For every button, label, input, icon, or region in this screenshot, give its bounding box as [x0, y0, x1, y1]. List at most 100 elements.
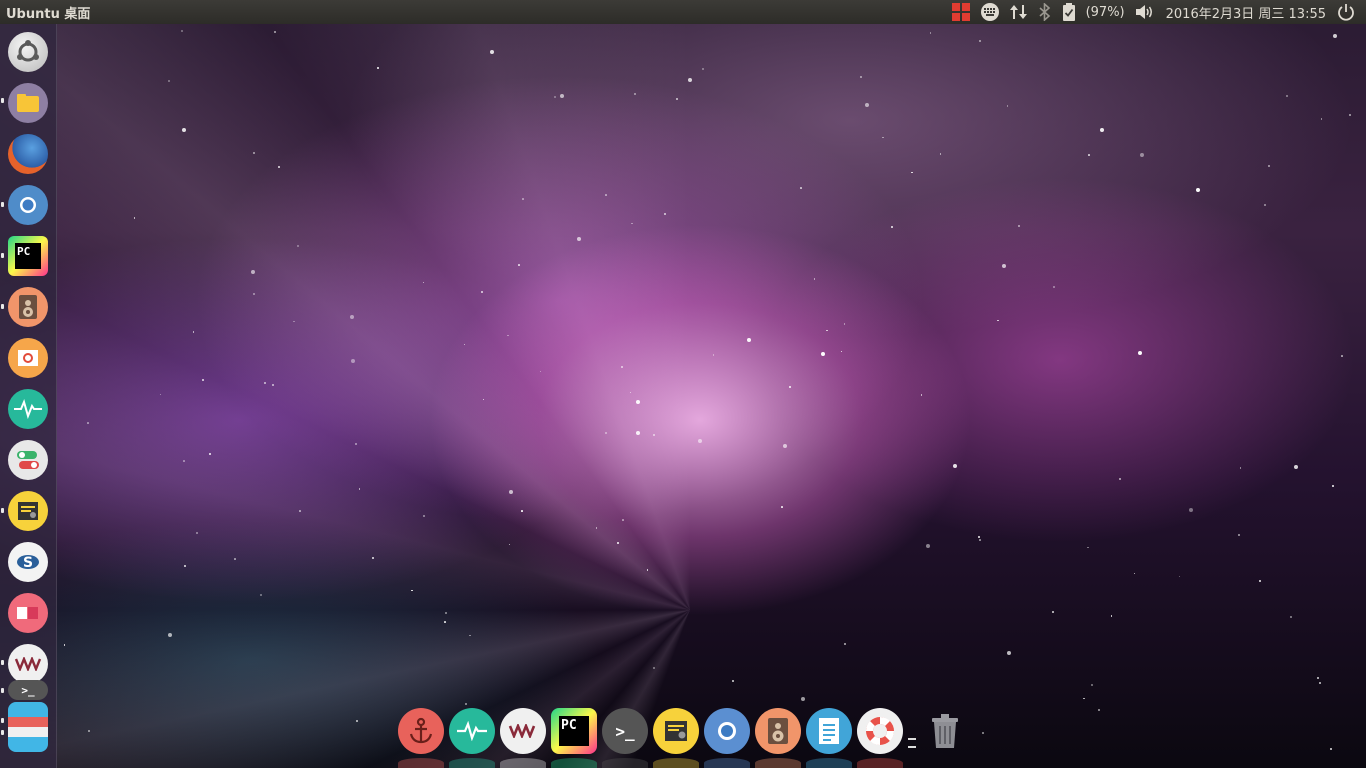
- star: [167, 79, 170, 82]
- pycharm-glyph: PC: [15, 243, 41, 269]
- dock-reflection: [602, 758, 648, 768]
- star: [350, 314, 355, 319]
- running-pip: [1, 98, 4, 103]
- dock-reflection: [449, 758, 495, 768]
- star: [518, 264, 520, 266]
- system-monitor-icon[interactable]: [449, 708, 495, 754]
- svg-text:S: S: [23, 555, 33, 571]
- battery-icon[interactable]: [1057, 0, 1081, 24]
- power-icon[interactable]: [1332, 0, 1360, 24]
- dock-reflection: [857, 758, 903, 768]
- star: [653, 666, 656, 669]
- terminal-glyph: >_: [615, 721, 635, 741]
- firefox-icon[interactable]: [8, 134, 48, 174]
- star: [293, 320, 295, 323]
- network-transfer-icon[interactable]: [1005, 0, 1033, 24]
- skype-style-s-icon[interactable]: S: [8, 542, 48, 582]
- star: [1099, 127, 1104, 132]
- star: [920, 394, 923, 396]
- star: [167, 632, 172, 637]
- screenshot-app-icon[interactable]: [8, 338, 48, 378]
- anchor-app-icon[interactable]: [398, 708, 444, 754]
- star: [489, 50, 494, 55]
- star: [521, 510, 523, 512]
- star: [508, 490, 513, 495]
- running-pip: [1, 304, 4, 309]
- star: [653, 433, 656, 436]
- terminal-glyph: >_: [21, 683, 35, 697]
- dock-reflection: [551, 758, 597, 768]
- star: [299, 510, 301, 512]
- star: [731, 680, 734, 683]
- clock[interactable]: 2016年2月3日 周三 13:55: [1160, 0, 1332, 24]
- star: [1348, 113, 1351, 116]
- help-lifebuoy-icon[interactable]: [857, 708, 903, 754]
- star: [979, 539, 981, 541]
- trash-icon[interactable]: [922, 708, 968, 754]
- top-panel: Ubuntu 桌面 (97%) 2016年2月3日 周三 13:55: [0, 0, 1366, 24]
- star: [1317, 676, 1320, 679]
- star: [746, 337, 751, 342]
- indicator-area: (97%) 2016年2月3日 周三 13:55: [947, 0, 1360, 24]
- star: [273, 30, 276, 33]
- running-pip: [1, 688, 4, 693]
- files-folder-icon[interactable]: [8, 83, 48, 123]
- dock-reflection: [653, 758, 699, 768]
- running-pip: [1, 202, 4, 207]
- stacked-apps-icon[interactable]: [8, 702, 48, 752]
- star: [636, 399, 641, 404]
- star: [183, 460, 185, 462]
- password-manager-icon[interactable]: [653, 708, 699, 754]
- star: [278, 165, 281, 168]
- terminal-icon[interactable]: >_: [8, 680, 48, 700]
- star: [411, 589, 413, 592]
- star: [605, 431, 607, 434]
- ubuntu-dash-icon[interactable]: [8, 32, 48, 72]
- chromium-icon[interactable]: [704, 708, 750, 754]
- running-pip: [1, 508, 4, 513]
- bottom-dock: PC >_: [398, 708, 968, 768]
- star: [1341, 355, 1343, 357]
- toggle-settings-icon[interactable]: [8, 440, 48, 480]
- star: [781, 506, 783, 508]
- star: [1052, 286, 1055, 289]
- text-editor-icon[interactable]: [806, 708, 852, 754]
- speaker-app-icon[interactable]: [755, 708, 801, 754]
- star: [422, 514, 425, 517]
- dock-separator: [908, 738, 916, 740]
- vm-app-icon[interactable]: [500, 708, 546, 754]
- bluetooth-icon[interactable]: [1033, 0, 1057, 24]
- vm-app-icon[interactable]: [8, 644, 48, 684]
- dock-separator: [908, 746, 916, 748]
- speaker-app-icon[interactable]: [8, 287, 48, 327]
- volume-icon[interactable]: [1130, 0, 1160, 24]
- star: [925, 544, 930, 549]
- pycharm-icon[interactable]: PC: [551, 708, 597, 754]
- dock-reflection: [806, 758, 852, 768]
- star: [272, 383, 275, 386]
- system-monitor-icon[interactable]: [8, 389, 48, 429]
- star: [522, 198, 524, 200]
- terminal-icon[interactable]: >_: [602, 708, 648, 754]
- battery-percentage[interactable]: (97%): [1081, 0, 1130, 24]
- star: [355, 719, 358, 722]
- desktop-wallpaper: [0, 0, 1366, 768]
- star: [1331, 484, 1334, 487]
- pycharm-icon[interactable]: PC: [8, 236, 48, 276]
- keyboard-icon[interactable]: [975, 0, 1005, 24]
- star: [234, 558, 236, 560]
- reader-app-icon[interactable]: [8, 593, 48, 633]
- chromium-icon[interactable]: [8, 185, 48, 225]
- star: [1006, 105, 1008, 107]
- grid-indicator-icon[interactable]: [947, 0, 975, 24]
- star: [1178, 575, 1180, 578]
- star: [192, 331, 195, 333]
- password-manager-icon[interactable]: [8, 491, 48, 531]
- star: [800, 187, 802, 189]
- star: [1088, 154, 1090, 156]
- star: [201, 378, 204, 381]
- dock-reflection: [500, 758, 546, 768]
- star: [1332, 33, 1337, 38]
- star: [1293, 464, 1298, 469]
- star: [1318, 682, 1321, 685]
